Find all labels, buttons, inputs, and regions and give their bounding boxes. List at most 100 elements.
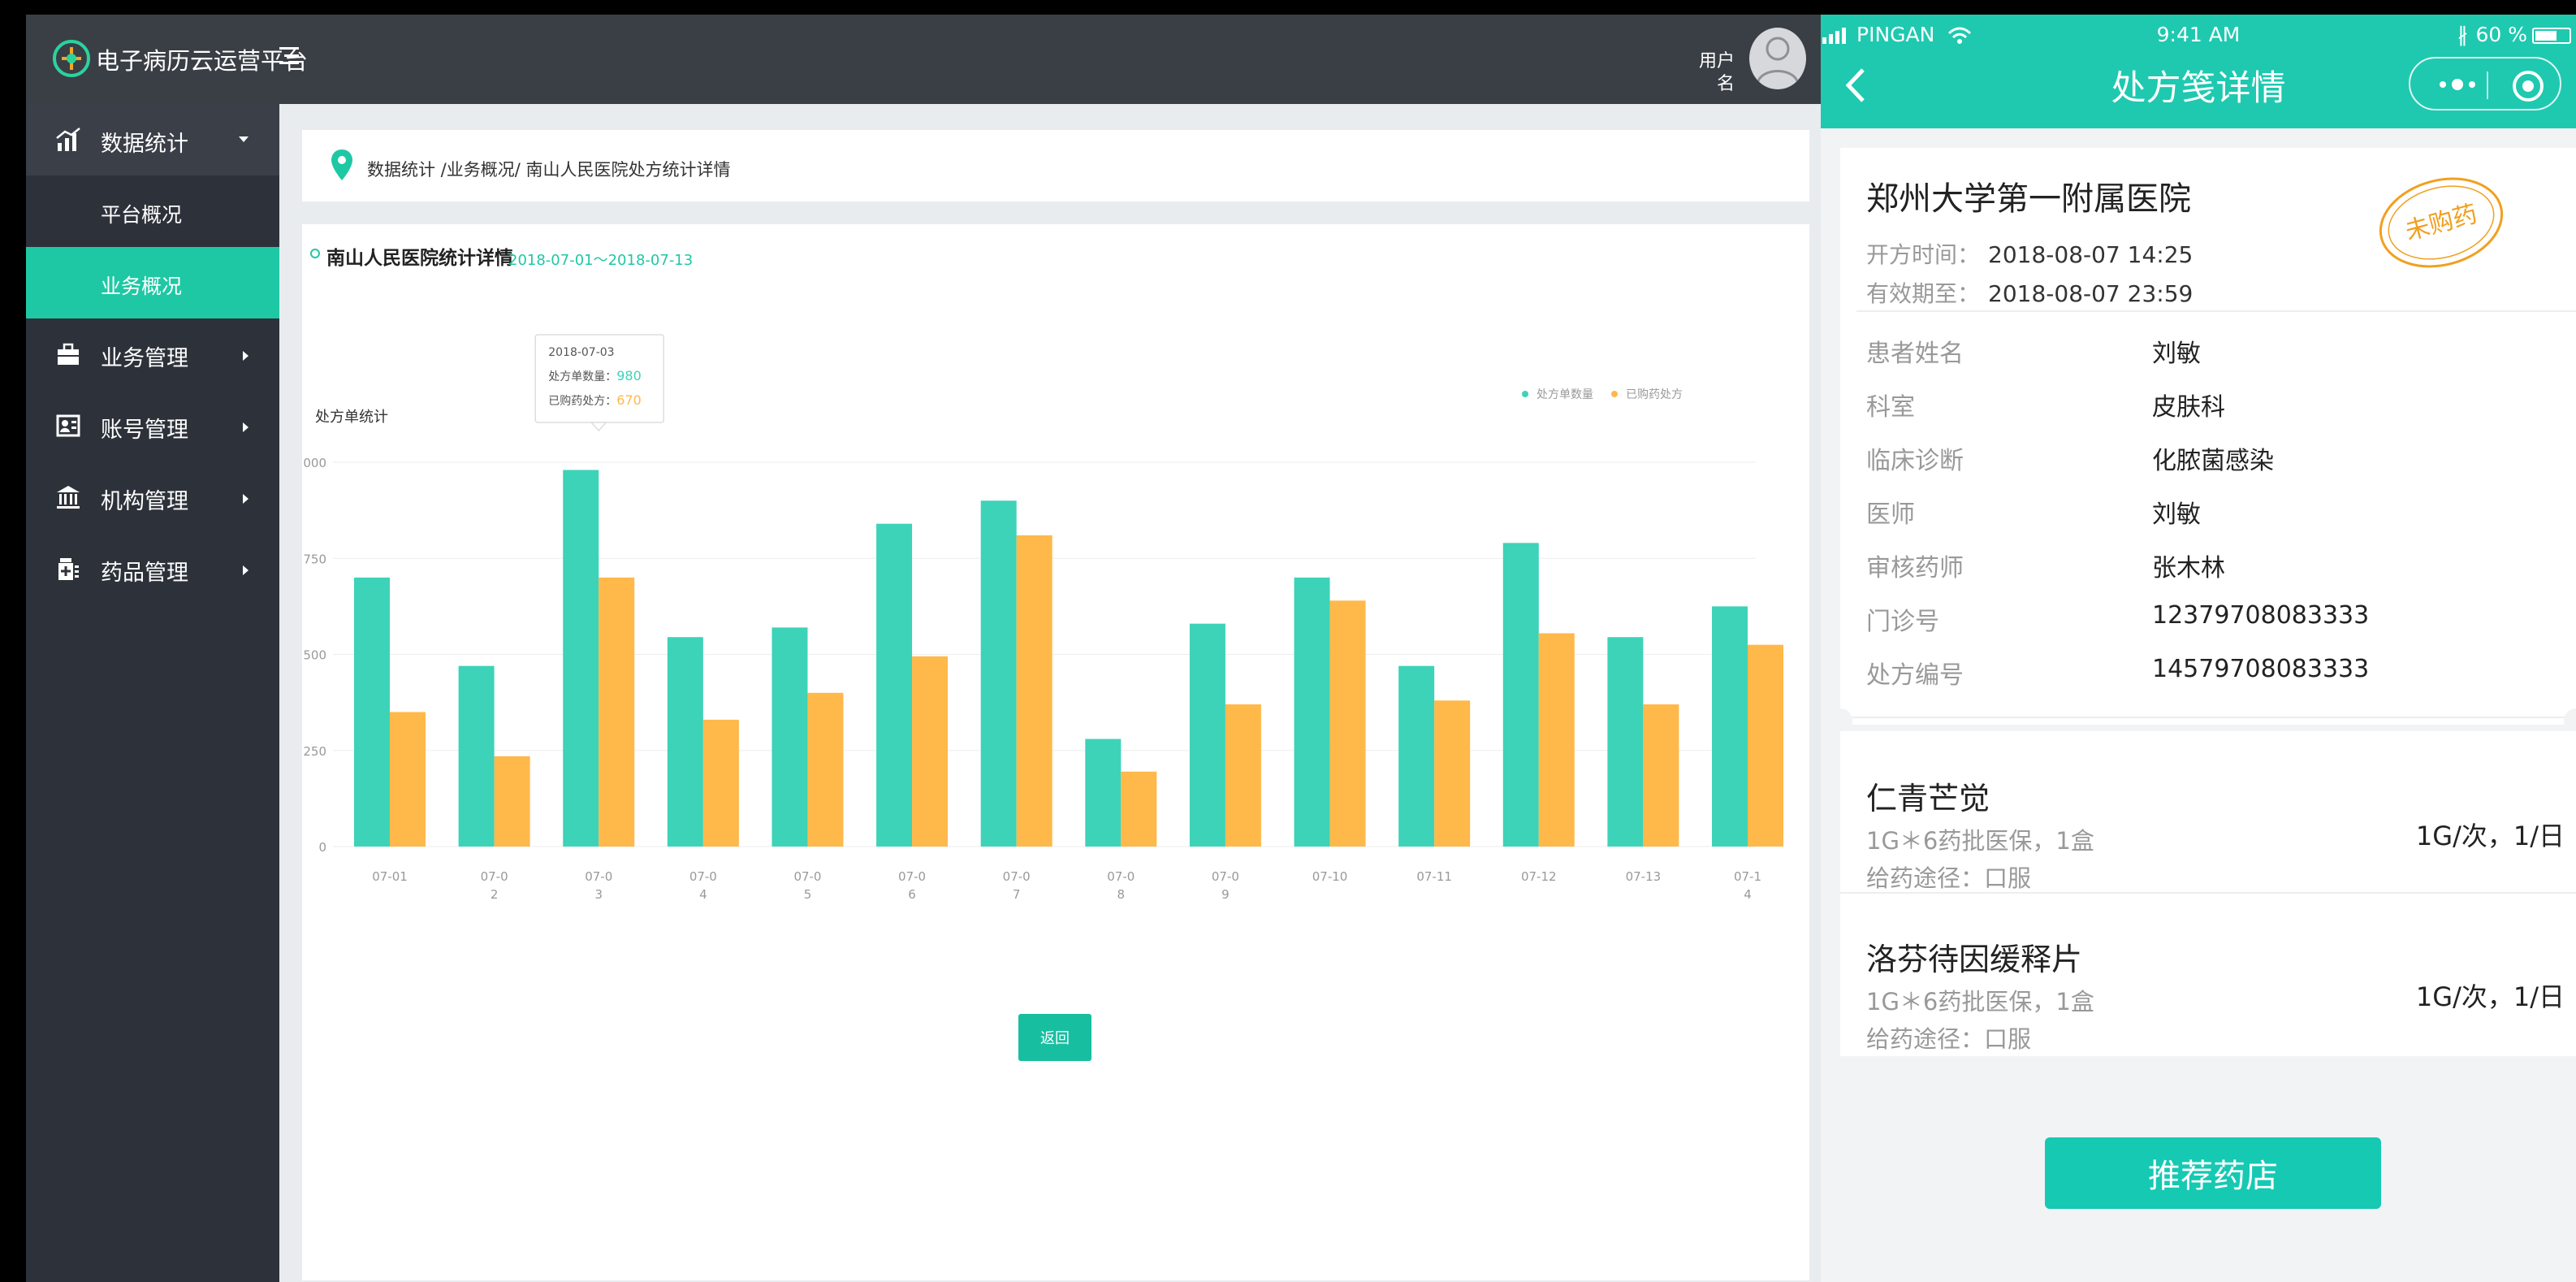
chevron-right-icon [243, 494, 249, 504]
bar-prescriptions [772, 627, 808, 847]
sidebar-subitem-platform-overview[interactable]: 平台概况 [26, 175, 279, 247]
bar-purchased [807, 692, 844, 847]
miniprogram-capsule [2409, 57, 2561, 110]
top-bar: 电子病历云运营平台 用户名 [26, 15, 1821, 104]
sidebar: 数据统计 平台概况 业务概况 业务管理 账号管理 机构管理 药品管理 [26, 104, 279, 1282]
drug-spec: 1G＊6药批医保，1盒 [1866, 988, 2094, 1016]
sidebar-subitem-label: 业务概况 [101, 275, 183, 298]
bar-prescriptions [563, 470, 599, 847]
issue-time-row: 开方时间： 2018-08-07 14:25 [1866, 237, 2193, 270]
x-tick-label: 07-0 [1003, 869, 1031, 884]
sidebar-item-label: 机构管理 [101, 489, 188, 514]
user-avatar-icon [1756, 37, 1800, 85]
sidebar-item-label: 数据统计 [101, 132, 188, 157]
bar-prescriptions [1085, 738, 1122, 847]
divider [1840, 717, 2576, 718]
bar-purchased [494, 756, 530, 847]
x-tick-label: 07-0 [585, 869, 612, 884]
chevron-right-icon [243, 565, 249, 575]
x-tick-label: 07-0 [689, 869, 717, 884]
expire-time-value: 2018-08-07 23:59 [1988, 280, 2193, 307]
drug-name: 仁青芒觉 [1866, 781, 1990, 816]
stamp-text: 未购药 [2402, 200, 2480, 246]
recommend-pharmacy-button[interactable]: 推荐药店 [2045, 1137, 2381, 1209]
bar-purchased [1434, 700, 1471, 847]
sidebar-item-account-mgmt[interactable]: 账号管理 [26, 390, 279, 461]
bar-purchased [1016, 535, 1052, 847]
location-pin-icon [331, 149, 352, 180]
sidebar-item-data-stats[interactable]: 数据统计 [26, 104, 279, 175]
x-tick-label: 07-12 [1521, 869, 1557, 884]
medicine-icon [58, 558, 79, 580]
info-row: 审核药师 张木林 [1866, 548, 2565, 583]
bar-purchased [1643, 704, 1679, 847]
breadcrumb: 数据统计 /业务概况/ 南山人民医院处方统计详情 [367, 160, 731, 180]
bar-prescriptions [667, 637, 703, 847]
drug-dosage: 1G/次，1/日 [2415, 821, 2565, 851]
chart-card: 南山人民医院统计详情 2018-07-01～2018-07-13 处方单统计 0 2… [302, 224, 1809, 1280]
bar-prescriptions [876, 523, 913, 847]
bar-purchased [702, 719, 739, 847]
bar-prescriptions [354, 577, 390, 847]
info-value: 14579708083333 [2152, 655, 2370, 683]
y-tick-label: 1000 [302, 456, 326, 470]
avatar[interactable] [1749, 28, 1806, 89]
card-notch [1828, 708, 1852, 733]
info-key: 医师 [1866, 500, 1915, 529]
chart-subtitle: 处方单统计 [315, 409, 388, 426]
tooltip-date: 2018-07-03 [548, 346, 614, 359]
legend-dot [1522, 391, 1528, 397]
bar-prescriptions [1189, 623, 1225, 847]
institution-icon [57, 486, 80, 509]
more-icon[interactable] [2435, 75, 2480, 94]
info-key: 门诊号 [1866, 608, 1939, 636]
mobile-header: PINGAN 9:41 AM ∦ 60 % 处方笺详情 [1821, 15, 2576, 128]
bar-chart: 处方单统计 0 250 500 750 1000 07-01 07-0 2 07-0 3 07-0 4 0… [302, 334, 1783, 902]
x-tick-label: 07-11 [1416, 869, 1452, 884]
x-tick-label: 07-0 [793, 869, 821, 884]
bar-prescriptions [1398, 665, 1435, 847]
y-tick-label: 0 [318, 840, 326, 855]
x-tick-label: 07-0 [1212, 869, 1239, 884]
menu-toggle-icon[interactable] [279, 42, 305, 70]
main-content: 数据统计 /业务概况/ 南山人民医院处方统计详情 南山人民医院统计详情 2018… [279, 104, 1821, 1282]
bar-purchased [1121, 771, 1157, 847]
user-name[interactable]: 用户名 [1694, 50, 1735, 96]
y-tick-label: 500 [303, 648, 326, 663]
drug-item: 洛芬待因缓释片 1G＊6药批医保，1盒 给药途径：口服 1G/次，1/日 [1866, 934, 2565, 1089]
info-key: 审核药师 [1866, 554, 1964, 583]
sidebar-item-institution-mgmt[interactable]: 机构管理 [26, 461, 279, 533]
capsule-divider [2487, 71, 2488, 99]
issue-time-label: 开方时间： [1866, 241, 1981, 268]
info-row: 处方编号 14579708083333 [1866, 655, 2565, 690]
bar-purchased [912, 656, 949, 847]
battery-icon [2532, 28, 2571, 44]
x-tick-label: 07-0 [1107, 869, 1135, 884]
divider [1840, 892, 2576, 894]
tooltip-pointer [590, 422, 607, 432]
bar-purchased [1225, 704, 1261, 847]
bar-purchased [1748, 644, 1783, 847]
chevron-right-icon [243, 422, 249, 432]
info-key: 科室 [1866, 393, 1915, 422]
close-miniprogram-icon[interactable] [2511, 69, 2545, 103]
issue-time-value: 2018-08-07 14:25 [1988, 241, 2193, 268]
x-tick-label: 5 [804, 887, 812, 902]
briefcase-icon [58, 343, 79, 365]
sidebar-subitem-label: 平台概况 [101, 203, 183, 227]
drug-item: 仁青芒觉 1G＊6药批医保，1盒 给药途径：口服 1G/次，1/日 [1866, 773, 2565, 928]
sidebar-item-business-mgmt[interactable]: 业务管理 [26, 318, 279, 390]
prescription-card: 郑州大学第一附属医院 开方时间： 2018-08-07 14:25 有效期至： 20… [1828, 148, 2576, 733]
back-button[interactable]: 返回 [1018, 1014, 1091, 1061]
tooltip-value: 670 [616, 392, 642, 408]
battery-level: ∦ 60 % [2457, 23, 2527, 46]
sidebar-subitem-business-overview[interactable]: 业务概况 [26, 247, 279, 318]
sidebar-item-medicine-mgmt[interactable]: 药品管理 [26, 533, 279, 604]
x-tick-label: 07-10 [1312, 869, 1348, 884]
bar-purchased [1538, 633, 1575, 847]
x-tick-label: 07-01 [372, 869, 408, 884]
drug-route: 给药途径：口服 [1866, 1025, 2032, 1053]
bar-prescriptions [980, 500, 1017, 847]
x-tick-label: 8 [1117, 887, 1126, 902]
bar-prescriptions [458, 665, 495, 847]
